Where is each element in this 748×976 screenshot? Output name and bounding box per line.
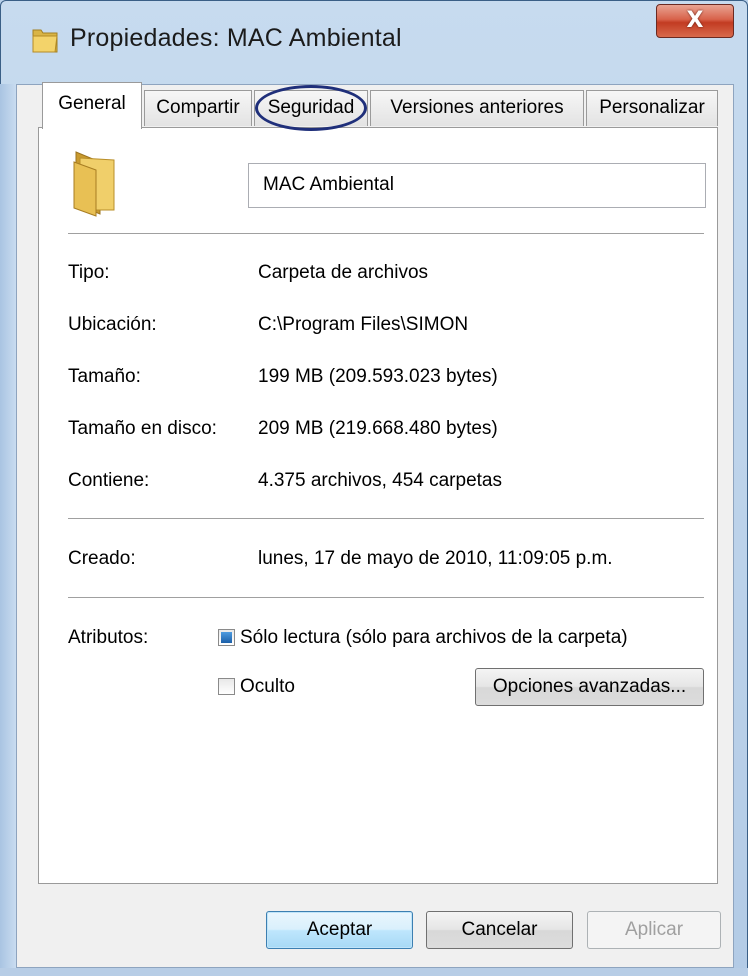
attributes-label: Atributos:	[68, 627, 149, 648]
title-bar[interactable]: Propiedades: MAC Ambiental X	[0, 0, 748, 84]
separator	[68, 597, 704, 598]
close-button[interactable]: X	[656, 4, 734, 38]
apply-button[interactable]: Aplicar	[587, 911, 721, 949]
cancel-button[interactable]: Cancelar	[426, 911, 573, 949]
size-value: 199 MB (209.593.023 bytes)	[258, 366, 498, 387]
location-value: C:\Program Files\SIMON	[258, 314, 469, 335]
general-tab-panel	[38, 127, 718, 884]
created-label: Creado:	[68, 548, 136, 569]
tab-versiones-anteriores[interactable]: Versiones anteriores	[370, 90, 584, 126]
readonly-checkbox[interactable]	[218, 629, 235, 646]
contains-value: 4.375 archivos, 454 carpetas	[258, 470, 502, 491]
separator	[68, 233, 704, 234]
hidden-label[interactable]: Oculto	[240, 676, 295, 698]
location-label: Ubicación:	[68, 314, 157, 335]
tab-general[interactable]: General	[42, 82, 142, 129]
advanced-options-button[interactable]: Opciones avanzadas...	[475, 668, 704, 706]
close-icon: X	[686, 8, 704, 33]
size-label: Tamaño:	[68, 366, 141, 387]
size-on-disk-label: Tamaño en disco:	[68, 418, 217, 439]
annotation-circle	[255, 85, 367, 131]
created-value: lunes, 17 de mayo de 2010, 11:09:05 p.m.	[258, 548, 613, 569]
folder-name-field[interactable]: MAC Ambiental	[248, 163, 706, 208]
folder-icon	[32, 29, 58, 53]
separator	[68, 518, 704, 519]
window-title: Propiedades: MAC Ambiental	[70, 24, 402, 52]
size-on-disk-value: 209 MB (219.668.480 bytes)	[258, 418, 498, 439]
tab-compartir[interactable]: Compartir	[144, 90, 252, 126]
window-frame-left	[0, 84, 16, 976]
window-frame-bottom	[0, 968, 748, 976]
contains-label: Contiene:	[68, 470, 150, 491]
type-label: Tipo:	[68, 262, 110, 283]
tab-personalizar[interactable]: Personalizar	[586, 90, 718, 126]
readonly-label[interactable]: Sólo lectura (sólo para archivos de la c…	[240, 627, 628, 649]
ok-button[interactable]: Aceptar	[266, 911, 413, 949]
folder-icon	[73, 151, 115, 217]
type-value: Carpeta de archivos	[258, 262, 429, 283]
hidden-checkbox[interactable]	[218, 678, 235, 695]
